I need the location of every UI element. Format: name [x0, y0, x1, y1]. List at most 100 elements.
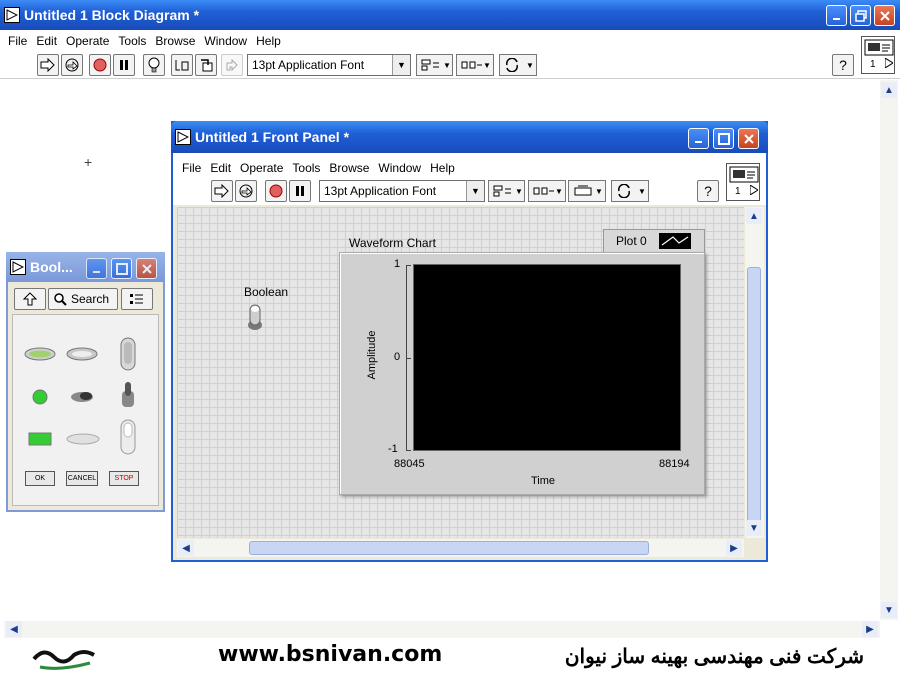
distribute-objects-dropdown[interactable]: ▼ [528, 180, 566, 202]
probe-icon [175, 60, 189, 71]
run-button[interactable] [37, 54, 59, 76]
menu-help[interactable]: Help [430, 161, 455, 175]
palette-controls-area: OK CANCEL STOP [12, 314, 159, 506]
font-select[interactable]: 13pt Application Font ▼ [319, 180, 485, 202]
square-led-indicator[interactable] [28, 432, 52, 446]
menu-tools[interactable]: Tools [118, 34, 146, 48]
maximize-button[interactable] [111, 258, 132, 279]
scroll-up-icon[interactable]: ▲ [881, 82, 897, 98]
abort-button[interactable] [265, 180, 287, 202]
minimize-button[interactable] [86, 258, 107, 279]
menu-window[interactable]: Window [378, 161, 421, 175]
close-icon [879, 10, 890, 21]
vi-icon-pane[interactable]: 1 [726, 163, 760, 201]
scroll-thumb[interactable] [747, 267, 761, 522]
menu-operate[interactable]: Operate [66, 34, 109, 48]
menu-operate[interactable]: Operate [240, 161, 283, 175]
step-out-button [221, 54, 243, 76]
font-select[interactable]: 13pt Application Font ▼ [247, 54, 411, 76]
run-button[interactable] [211, 180, 233, 202]
palette-view-button[interactable] [121, 288, 153, 310]
chart-legend[interactable]: Plot 0 [603, 229, 705, 253]
context-help-button[interactable]: ? [697, 180, 719, 202]
horizontal-toggle-control[interactable] [69, 390, 95, 404]
company-logo [32, 650, 96, 670]
vertical-toggle-control[interactable] [118, 381, 138, 411]
resize-objects-dropdown[interactable]: ▼ [568, 180, 606, 202]
x-tick-label: 88194 [659, 458, 690, 470]
stop-circle-icon [93, 58, 107, 72]
close-button[interactable] [738, 128, 759, 149]
minimize-button[interactable] [826, 5, 847, 26]
round-led-control[interactable] [23, 345, 57, 363]
scroll-down-icon[interactable]: ▼ [746, 520, 762, 536]
stop-button-control[interactable]: STOP [109, 471, 139, 486]
horizontal-scrollbar[interactable]: ◀ ▶ [177, 539, 744, 557]
legend-label: Plot 0 [616, 234, 647, 248]
scroll-left-icon[interactable]: ◀ [178, 540, 194, 556]
vertical-rocker-control[interactable] [119, 337, 137, 371]
scroll-up-icon[interactable]: ▲ [746, 208, 762, 224]
step-into-button[interactable] [195, 54, 217, 76]
labview-icon [175, 129, 191, 145]
menu-edit[interactable]: Edit [210, 161, 231, 175]
ok-button-control[interactable]: OK [25, 471, 55, 486]
vi-icon-pane[interactable]: 1 [861, 36, 895, 74]
menu-tools[interactable]: Tools [292, 161, 320, 175]
scroll-thumb[interactable] [249, 541, 649, 555]
menu-file[interactable]: File [8, 34, 27, 48]
menu-browse[interactable]: Browse [155, 34, 195, 48]
pause-button[interactable] [113, 54, 135, 76]
align-objects-dropdown[interactable]: ▼ [488, 180, 525, 202]
y-tick-bottom [406, 450, 411, 451]
scroll-right-icon[interactable]: ▶ [726, 540, 742, 556]
menu-edit[interactable]: Edit [36, 34, 57, 48]
flat-button-control[interactable] [65, 432, 101, 446]
connector-arrow-icon [885, 58, 893, 68]
abort-button[interactable] [89, 54, 111, 76]
reorder-dropdown[interactable]: ▼ [499, 54, 537, 76]
chart-plot-area[interactable] [413, 264, 681, 451]
green-led-indicator[interactable] [32, 389, 48, 405]
palette-title: Bool... [30, 259, 73, 275]
align-icon [421, 59, 439, 71]
close-button[interactable] [874, 5, 895, 26]
horizontal-scrollbar[interactable]: ◀ ▶ [4, 621, 880, 638]
menu-browse[interactable]: Browse [329, 161, 369, 175]
distribute-objects-dropdown[interactable]: ▼ [456, 54, 494, 76]
waveform-chart-frame[interactable]: 1 0 -1 Amplitude 88045 88194 Time [339, 252, 705, 495]
cancel-button-control[interactable]: CANCEL [66, 471, 98, 486]
boolean-toggle-switch[interactable] [247, 303, 263, 331]
align-objects-dropdown[interactable]: ▼ [416, 54, 453, 76]
push-button-control[interactable] [65, 345, 99, 363]
palette-up-button[interactable] [14, 288, 46, 310]
retain-wire-values-button[interactable] [171, 54, 193, 76]
menu-window[interactable]: Window [204, 34, 247, 48]
reorder-dropdown[interactable]: ▼ [611, 180, 649, 202]
run-continuously-button[interactable] [235, 180, 257, 202]
scroll-right-icon[interactable]: ▶ [862, 621, 878, 637]
y-tick-label: 0 [394, 351, 401, 363]
footer-url: www.bsnivan.com [218, 642, 443, 667]
close-button[interactable] [136, 258, 157, 279]
run-continuously-button[interactable] [61, 54, 83, 76]
slide-switch-control[interactable] [119, 419, 137, 455]
block-diagram-titlebar[interactable]: Untitled 1 Block Diagram * [0, 0, 900, 30]
scroll-down-icon[interactable]: ▼ [881, 602, 897, 618]
front-panel-canvas[interactable]: Boolean Waveform Chart Plot 0 1 0 -1 Amp… [177, 207, 744, 538]
minimize-button[interactable] [688, 128, 709, 149]
restore-button[interactable] [850, 5, 871, 26]
pause-button[interactable] [289, 180, 311, 202]
highlight-execution-button[interactable] [143, 54, 165, 76]
boolean-label: Boolean [244, 285, 289, 299]
menu-help[interactable]: Help [256, 34, 281, 48]
menu-file[interactable]: File [182, 161, 201, 175]
maximize-button[interactable] [713, 128, 734, 149]
scroll-left-icon[interactable]: ◀ [6, 621, 22, 637]
vertical-scrollbar[interactable]: ▲ ▼ [880, 80, 898, 620]
vi-icon-number: 1 [735, 186, 741, 197]
front-panel-titlebar[interactable]: Untitled 1 Front Panel * [171, 121, 768, 153]
palette-search-button[interactable]: Search [48, 288, 118, 310]
vertical-scrollbar[interactable]: ▲ ▼ [745, 207, 764, 538]
context-help-button[interactable]: ? [832, 54, 854, 76]
